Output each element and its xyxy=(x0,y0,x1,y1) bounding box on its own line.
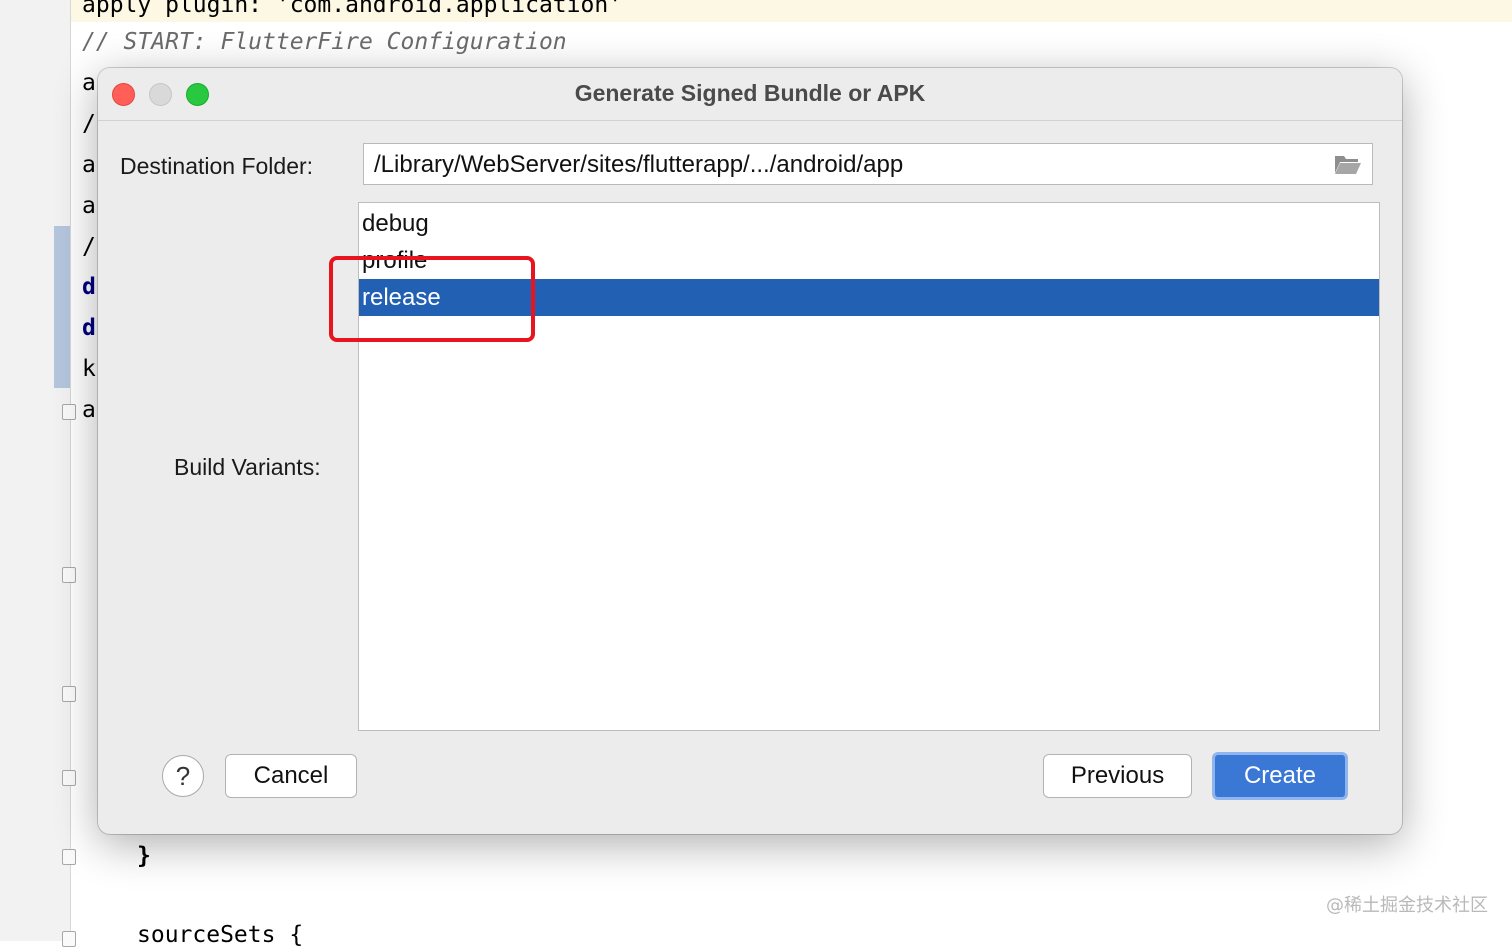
code-closing-brace: } xyxy=(137,843,151,869)
generate-signed-bundle-dialog: Generate Signed Bundle or APK Destinatio… xyxy=(98,68,1402,834)
code-line-peek: / xyxy=(82,111,96,137)
build-variants-list[interactable]: debug profile release xyxy=(358,202,1380,731)
create-button[interactable]: Create xyxy=(1212,752,1348,800)
dialog-title: Generate Signed Bundle or APK xyxy=(574,80,926,106)
question-icon: ? xyxy=(175,761,191,791)
code-line-peek: a xyxy=(82,70,96,96)
destination-folder-value[interactable]: /Library/WebServer/sites/flutterapp/.../… xyxy=(374,151,903,179)
code-line-peek: / xyxy=(82,234,96,260)
code-line-peek: k xyxy=(82,356,96,382)
editor-gutter xyxy=(0,0,71,941)
code-line-comment: // START: FlutterFire Configuration xyxy=(82,29,567,55)
cancel-button[interactable]: Cancel xyxy=(225,754,357,798)
previous-button[interactable]: Previous xyxy=(1043,754,1192,798)
dialog-titlebar[interactable]: Generate Signed Bundle or APK xyxy=(98,68,1402,121)
code-line-peek: a xyxy=(82,397,96,423)
variant-item-release[interactable]: release xyxy=(359,279,1379,316)
code-line-peek: d xyxy=(82,315,96,341)
code-line-peek: a xyxy=(82,193,96,219)
code-line-sourcesets: sourceSets { xyxy=(137,922,304,948)
code-line-peek: d xyxy=(82,274,96,300)
gutter-change-marker xyxy=(54,226,70,388)
watermark: @稀土掘金技术社区 xyxy=(1326,895,1488,916)
build-variants-label: Build Variants: xyxy=(174,454,321,480)
help-button[interactable]: ? xyxy=(162,755,204,797)
destination-folder-label: Destination Folder: xyxy=(120,153,314,179)
folder-open-icon[interactable] xyxy=(1334,153,1362,175)
variant-item-profile[interactable]: profile xyxy=(359,242,1379,279)
variant-item-debug[interactable]: debug xyxy=(359,205,1379,242)
code-line-apply-plugin: apply plugin: 'com.android.application' xyxy=(82,0,623,18)
destination-folder-field[interactable]: /Library/WebServer/sites/flutterapp/.../… xyxy=(363,143,1373,185)
code-line-peek: a xyxy=(82,152,96,178)
